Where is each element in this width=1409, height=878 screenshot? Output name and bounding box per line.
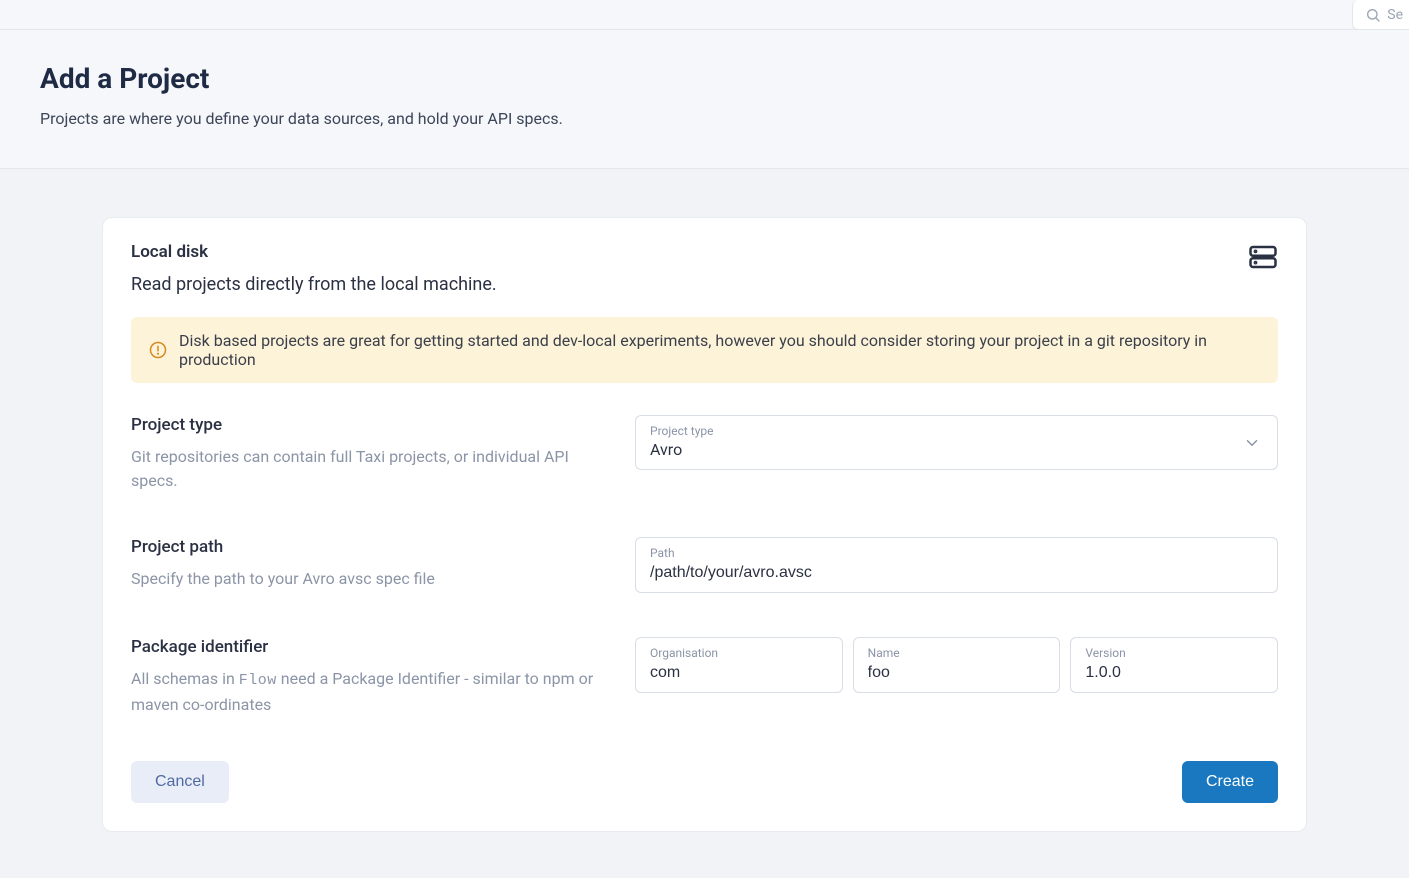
alert-icon <box>149 341 167 359</box>
project-path-field-wrap[interactable]: Path <box>635 537 1278 593</box>
local-disk-card: Local disk Read projects directly from t… <box>102 217 1307 832</box>
alert-text: Disk based projects are great for gettin… <box>179 331 1260 369</box>
chevron-down-icon <box>1243 434 1261 452</box>
topbar: Se <box>0 0 1409 30</box>
search-placeholder: Se <box>1387 7 1403 23</box>
disk-icon <box>1248 242 1278 272</box>
project-type-value: Avro <box>650 440 1263 459</box>
project-type-desc: Git repositories can contain full Taxi p… <box>131 445 611 493</box>
project-path-desc: Specify the path to your Avro avsc spec … <box>131 567 611 591</box>
page-title: Add a Project <box>40 62 1369 95</box>
version-input[interactable] <box>1085 664 1263 682</box>
cancel-button[interactable]: Cancel <box>131 761 229 803</box>
project-type-select[interactable]: Project type Avro <box>635 415 1278 470</box>
project-path-float-label: Path <box>650 546 1263 560</box>
organisation-field-wrap[interactable]: Organisation <box>635 637 843 693</box>
name-float-label: Name <box>868 646 1046 660</box>
package-identifier-desc: All schemas in Flow need a Package Ident… <box>131 667 611 717</box>
create-button[interactable]: Create <box>1182 761 1278 803</box>
page-subtitle: Projects are where you define your data … <box>40 109 1369 128</box>
version-field-wrap[interactable]: Version <box>1070 637 1278 693</box>
organisation-float-label: Organisation <box>650 646 828 660</box>
search-icon <box>1365 7 1381 23</box>
project-type-label: Project type <box>131 415 611 435</box>
page-header: Add a Project Projects are where you def… <box>0 30 1409 169</box>
global-search[interactable]: Se <box>1352 0 1409 30</box>
info-alert: Disk based projects are great for gettin… <box>131 317 1278 383</box>
project-type-float-label: Project type <box>650 424 1263 438</box>
version-float-label: Version <box>1085 646 1263 660</box>
project-path-label: Project path <box>131 537 611 557</box>
name-field-wrap[interactable]: Name <box>853 637 1061 693</box>
card-title: Local disk <box>131 242 497 262</box>
card-subtitle: Read projects directly from the local ma… <box>131 274 497 295</box>
package-identifier-label: Package identifier <box>131 637 611 657</box>
name-input[interactable] <box>868 664 1046 682</box>
organisation-input[interactable] <box>650 664 828 682</box>
project-path-input[interactable] <box>650 564 1263 582</box>
